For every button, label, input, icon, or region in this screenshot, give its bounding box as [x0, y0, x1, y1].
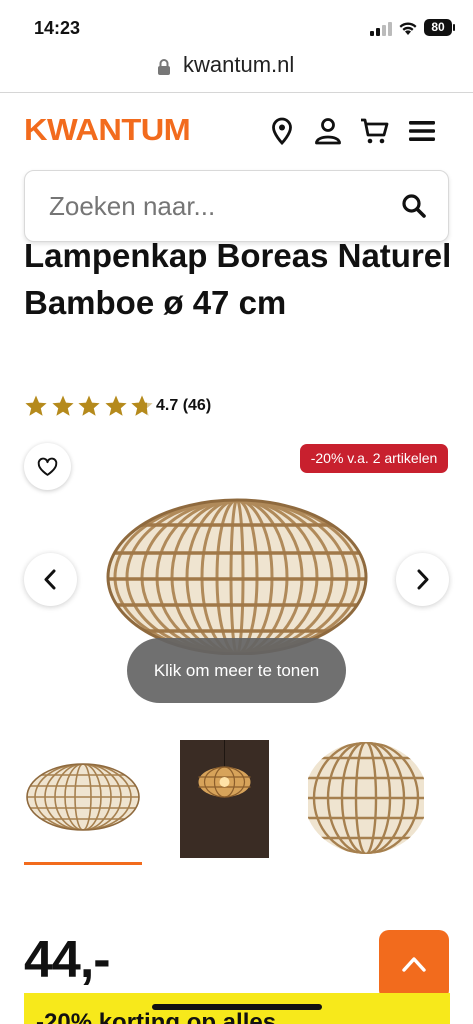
thumbnail-3[interactable]: [308, 740, 424, 858]
promo-badge: -20% v.a. 2 artikelen: [300, 444, 448, 473]
chevron-up-icon: [402, 957, 426, 972]
cart-icon[interactable]: [359, 116, 389, 146]
wifi-icon: [399, 22, 417, 35]
star-full-icon: [51, 395, 74, 416]
home-indicator: [152, 1004, 322, 1010]
carousel-next-button[interactable]: [396, 553, 449, 606]
heart-icon: [37, 457, 58, 476]
search-input[interactable]: [49, 191, 369, 222]
star-full-icon: [78, 395, 100, 416]
status-bar: 14:23 80: [0, 0, 473, 52]
promo-bar-text: -20% korting op alles: [36, 1009, 277, 1024]
status-time: 14:23: [34, 18, 81, 38]
search-icon[interactable]: [399, 191, 429, 221]
star-full-icon: [104, 395, 127, 416]
battery-indicator: 80: [424, 19, 455, 36]
chevron-right-icon: [417, 569, 429, 590]
star-full-icon: [25, 395, 47, 416]
rating-text: 4.7 (46): [156, 397, 212, 414]
wishlist-button[interactable]: [24, 443, 71, 490]
kwantum-logo[interactable]: KWANTUM: [24, 112, 191, 148]
search-bar: [24, 170, 449, 242]
carousel-prev-button[interactable]: [24, 553, 77, 606]
url-text[interactable]: kwantum.nl: [183, 52, 294, 78]
star-partial-icon: [131, 395, 153, 416]
user-icon[interactable]: [313, 116, 343, 146]
product-rating[interactable]: 4.7 (46): [24, 394, 211, 418]
location-pin-icon[interactable]: [267, 116, 297, 146]
scroll-to-top-button[interactable]: [379, 930, 449, 1000]
show-more-button[interactable]: Klik om meer te tonen: [127, 638, 346, 703]
product-main-image[interactable]: [104, 495, 370, 655]
thumbnail-2[interactable]: [180, 740, 269, 858]
signal-icon: [370, 22, 392, 36]
lock-icon: [158, 59, 170, 75]
chevron-left-icon: [44, 569, 56, 590]
product-title: Lampenkap Boreas Naturel Bamboe ø 47 cm: [24, 242, 452, 321]
product-title-area: Lampenkap Boreas Naturel Bamboe ø 47 cm: [0, 242, 473, 384]
menu-icon[interactable]: [407, 116, 437, 146]
thumbnail-active-indicator: [24, 862, 142, 865]
product-price: 44,-: [24, 931, 111, 989]
thumbnail-1[interactable]: [24, 740, 142, 858]
